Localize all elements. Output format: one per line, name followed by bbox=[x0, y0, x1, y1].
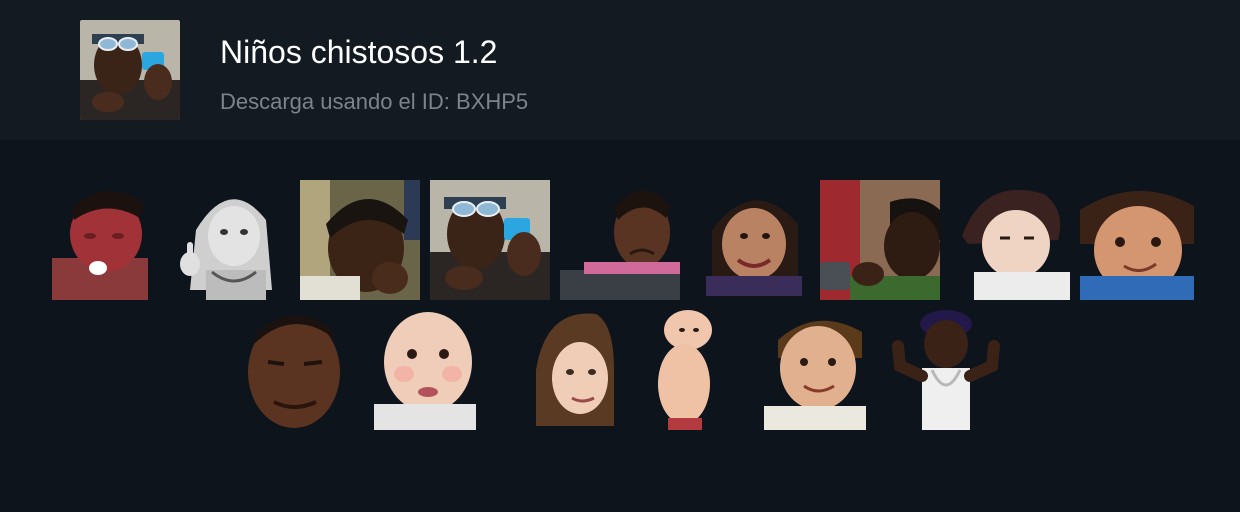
sticker-smiling-toddler[interactable] bbox=[764, 310, 866, 430]
sticker-boy-covering-mouth[interactable] bbox=[300, 180, 420, 300]
sticker-crying-red-face-kid[interactable] bbox=[48, 180, 152, 300]
sticker-smiling-girl[interactable] bbox=[706, 180, 802, 296]
sticker-smirking-toddler[interactable] bbox=[1080, 180, 1194, 300]
sticker-kid-with-sunglasses-and-phone[interactable] bbox=[430, 180, 550, 300]
pack-header: Niños chistosos 1.2 Descarga usando el I… bbox=[0, 0, 1240, 140]
sticker-bw-girl-middle-finger[interactable] bbox=[176, 180, 284, 300]
download-id-text: Descarga usando el ID: BXHP5 bbox=[220, 89, 529, 114]
sticker-baby-side-eye[interactable] bbox=[654, 310, 714, 430]
sticker-flexing-kid[interactable] bbox=[892, 310, 1000, 430]
sticker-disaster-girl[interactable] bbox=[536, 310, 614, 426]
sticker-boy-hand-on-mouth-phone[interactable] bbox=[820, 180, 940, 300]
sticker-big-cheeked-baby[interactable] bbox=[374, 310, 476, 430]
sticker-girl-grimacing[interactable] bbox=[560, 180, 680, 300]
sticker-sleepy-baby[interactable] bbox=[954, 180, 1070, 300]
pack-title: Niños chistosos 1.2 bbox=[220, 34, 498, 70]
pack-cover-image bbox=[80, 20, 180, 120]
sticker-boy-squinting[interactable] bbox=[246, 310, 344, 430]
